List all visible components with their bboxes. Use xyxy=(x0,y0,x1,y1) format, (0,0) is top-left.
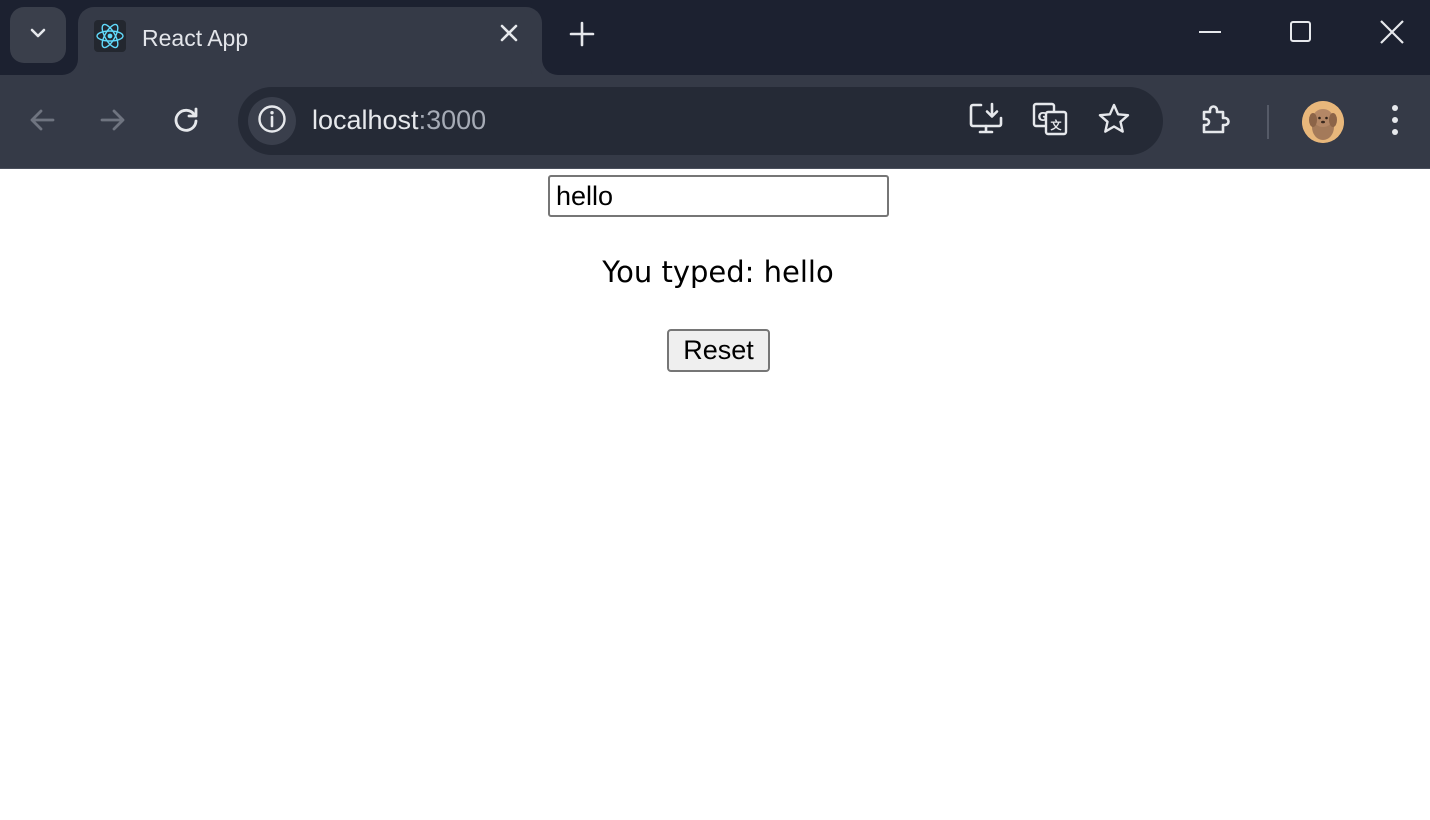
tab-title: React App xyxy=(142,25,249,51)
translate-button[interactable]: G 文 xyxy=(1030,101,1070,141)
forward-button[interactable] xyxy=(90,99,136,145)
react-logo-icon xyxy=(94,20,126,52)
plus-icon xyxy=(569,21,595,52)
browser-toolbar: localhost:3000 G 文 xyxy=(0,75,1430,168)
browser-menu-button[interactable] xyxy=(1372,99,1418,145)
minimize-window-button[interactable] xyxy=(1164,0,1256,68)
reset-button[interactable]: Reset xyxy=(667,329,770,372)
address-bar[interactable]: localhost:3000 G 文 xyxy=(238,87,1163,155)
back-arrow-icon xyxy=(28,106,56,139)
reload-button[interactable] xyxy=(163,99,209,145)
chevron-down-icon xyxy=(28,23,48,48)
tab-active[interactable]: React App xyxy=(78,7,542,75)
url-host: localhost xyxy=(312,105,419,135)
info-icon xyxy=(257,104,287,139)
profile-avatar[interactable] xyxy=(1302,101,1344,143)
maximize-window-button[interactable] xyxy=(1255,0,1347,68)
svg-text:G: G xyxy=(1038,110,1048,124)
tab-close-button[interactable] xyxy=(496,22,522,48)
install-app-icon xyxy=(968,102,1004,141)
maximize-icon xyxy=(1289,20,1313,49)
close-icon xyxy=(1379,19,1405,50)
menu-dots-icon xyxy=(1390,104,1400,141)
url-port: :3000 xyxy=(418,105,487,135)
extensions-button[interactable] xyxy=(1193,99,1239,145)
bookmark-button[interactable] xyxy=(1094,101,1134,141)
forward-arrow-icon xyxy=(99,106,127,139)
text-input[interactable] xyxy=(548,175,889,217)
close-window-button[interactable] xyxy=(1346,0,1430,68)
translate-icon: G 文 xyxy=(1032,102,1068,141)
bookmark-star-icon xyxy=(1097,102,1131,141)
page-content: You typed: hello Reset xyxy=(0,169,1430,820)
tab-strip: React App xyxy=(0,0,1430,75)
browser-chrome: React App localhost:3000 G 文 xyxy=(0,0,1430,169)
tab-search-button[interactable] xyxy=(10,7,66,63)
toolbar-divider xyxy=(1267,105,1269,139)
url-text: localhost:3000 xyxy=(312,105,486,136)
svg-text:文: 文 xyxy=(1051,118,1063,132)
typed-text-display: You typed: hello xyxy=(602,255,834,289)
minimize-icon xyxy=(1198,20,1222,49)
back-button[interactable] xyxy=(19,99,65,145)
new-tab-button[interactable] xyxy=(562,16,602,56)
close-icon xyxy=(500,24,518,47)
reload-icon xyxy=(172,106,200,139)
site-info-button[interactable] xyxy=(248,97,296,145)
install-app-button[interactable] xyxy=(966,101,1006,141)
extensions-icon xyxy=(1199,103,1233,142)
